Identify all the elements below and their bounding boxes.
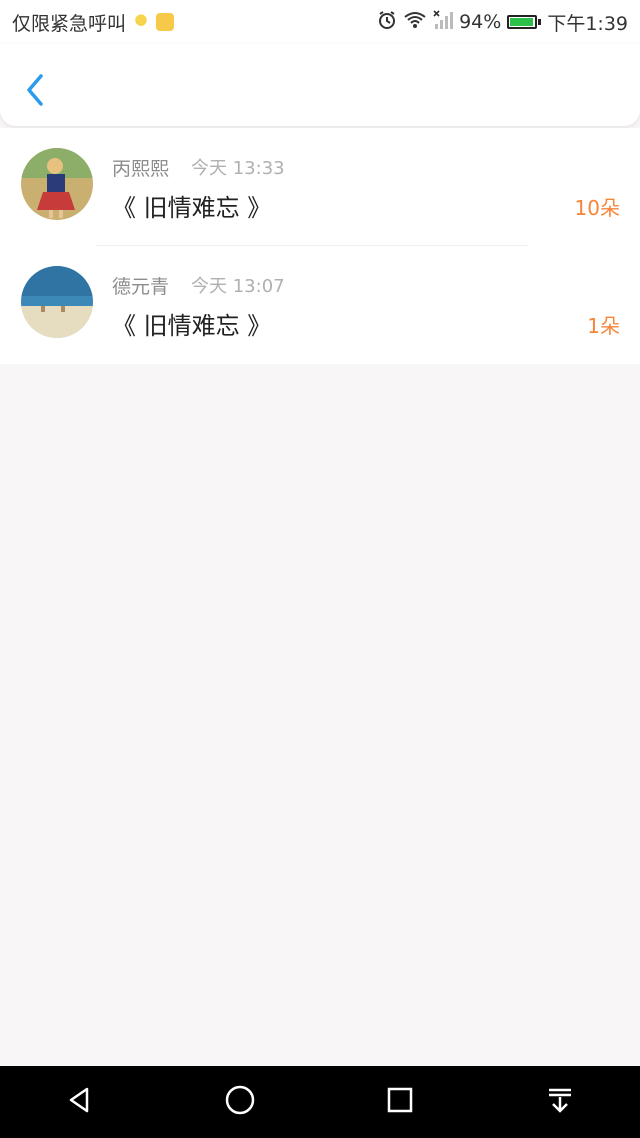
square-recents-icon	[385, 1085, 415, 1119]
status-left: 仅限紧急呼叫	[12, 9, 175, 36]
back-nav-button[interactable]	[50, 1072, 110, 1132]
sender-name: 丙熙熙	[112, 158, 170, 180]
flower-count: 1朵	[587, 314, 620, 338]
avatar[interactable]	[21, 148, 93, 220]
sent-time: 今天 13:07	[191, 276, 285, 297]
battery-icon	[507, 15, 542, 29]
battery-fill	[510, 18, 533, 26]
system-nav-bar	[0, 1066, 640, 1138]
flower-count: 10朵	[574, 196, 620, 220]
clock-time: 下午1:39	[547, 12, 628, 35]
battery-tip	[538, 19, 542, 25]
signal-icon	[433, 9, 454, 35]
sender-name: 德元青	[112, 276, 170, 298]
triangle-back-icon	[65, 1085, 95, 1119]
sent-time: 今天 13:33	[191, 158, 285, 179]
circle-home-icon	[224, 1084, 256, 1120]
pull-down-icon	[545, 1085, 575, 1119]
song-title: 《 旧情难忘 》	[112, 312, 272, 340]
lightbulb-icon	[132, 13, 151, 31]
notification-pull-button[interactable]	[530, 1072, 590, 1132]
notes-icon	[156, 13, 175, 31]
avatar[interactable]	[21, 266, 93, 338]
battery-percent: 94%	[459, 11, 502, 33]
back-button[interactable]	[18, 72, 50, 112]
battery-body	[507, 15, 538, 29]
wifi-icon	[403, 11, 427, 34]
list-item[interactable]: 丙熙熙 今天 13:33 《 旧情难忘 》 10朵	[0, 128, 640, 246]
chevron-left-icon	[23, 72, 45, 112]
song-title: 《 旧情难忘 》	[112, 194, 272, 222]
status-bar: 仅限紧急呼叫 94% 下午1:39	[0, 0, 640, 44]
home-nav-button[interactable]	[210, 1072, 270, 1132]
list-item[interactable]: 德元青 今天 13:07 《 旧情难忘 》 1朵	[0, 246, 640, 364]
status-right: 94% 下午1:39	[377, 9, 628, 36]
recents-nav-button[interactable]	[370, 1072, 430, 1132]
alarm-icon	[377, 10, 397, 35]
top-header	[0, 44, 640, 126]
carrier-text: 仅限紧急呼叫	[12, 12, 127, 35]
gift-record-list: 丙熙熙 今天 13:33 《 旧情难忘 》 10朵 德元青 今天 13:07 《…	[0, 128, 640, 364]
